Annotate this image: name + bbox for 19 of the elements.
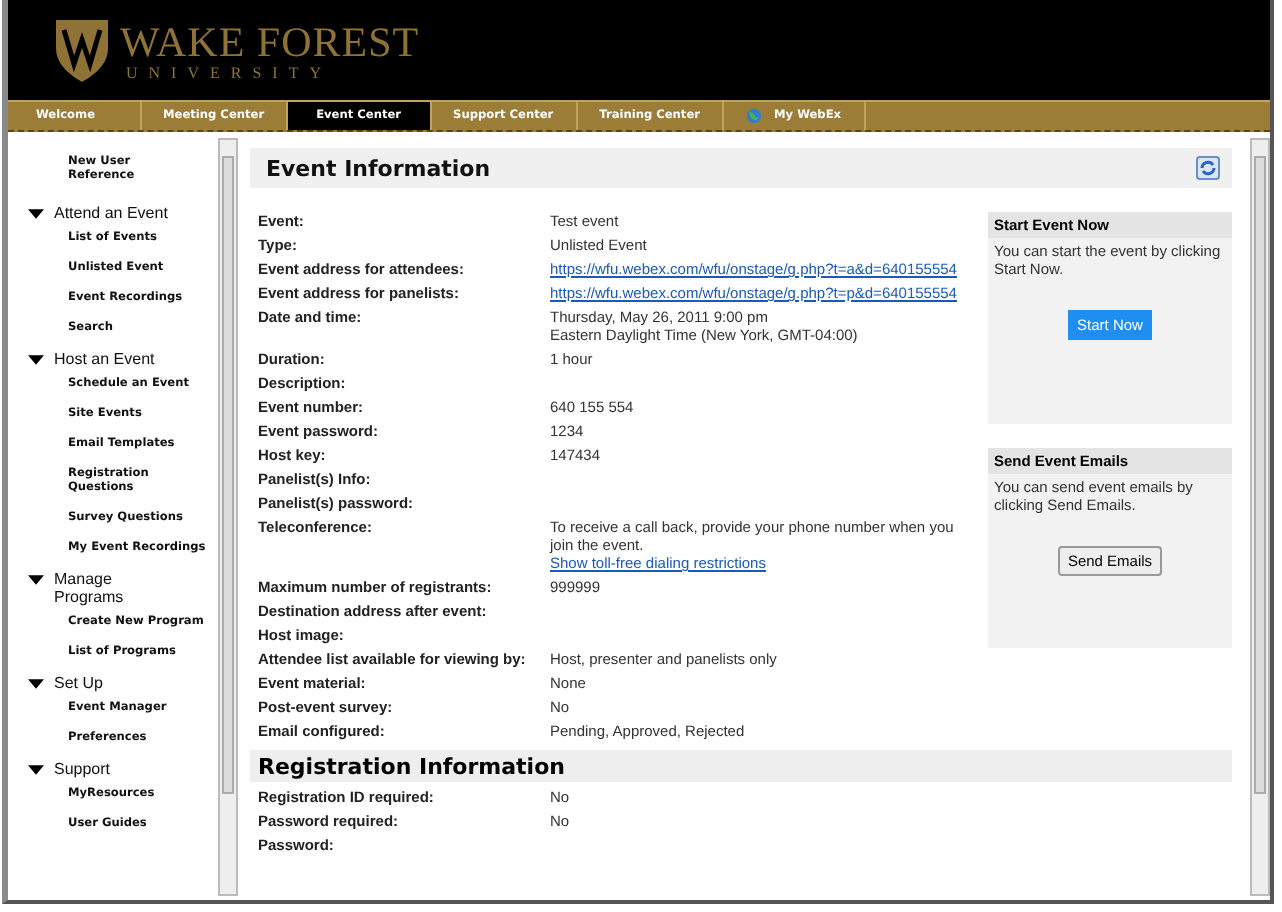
expanded-triangle-icon[interactable] [28, 572, 44, 588]
expanded-triangle-icon[interactable] [28, 352, 44, 368]
logo-title: WAKE FOREST [120, 19, 420, 63]
sidebar-section[interactable]: Set Up [28, 674, 218, 692]
section-title: Registration Information [258, 753, 565, 779]
refresh-icon[interactable] [1196, 156, 1220, 180]
sidebar-scrollbar[interactable] [218, 138, 238, 896]
sidebar-section[interactable]: Support [28, 760, 218, 778]
section-title: Event Information [266, 155, 491, 181]
expanded-triangle-icon[interactable] [28, 676, 44, 692]
expanded-triangle-icon[interactable] [28, 762, 44, 778]
shield-logo-icon [52, 16, 112, 84]
sidebar-section[interactable]: Attend an Event [28, 204, 218, 222]
sidebar-section[interactable]: Host an Event [28, 350, 218, 368]
page-scrollbar[interactable] [1250, 138, 1270, 896]
expanded-triangle-icon[interactable] [28, 206, 44, 222]
globe-icon [746, 108, 762, 124]
logo-subtitle: UNIVERSITY [124, 63, 334, 81]
sidebar-section[interactable]: Manage Programs [28, 570, 218, 606]
